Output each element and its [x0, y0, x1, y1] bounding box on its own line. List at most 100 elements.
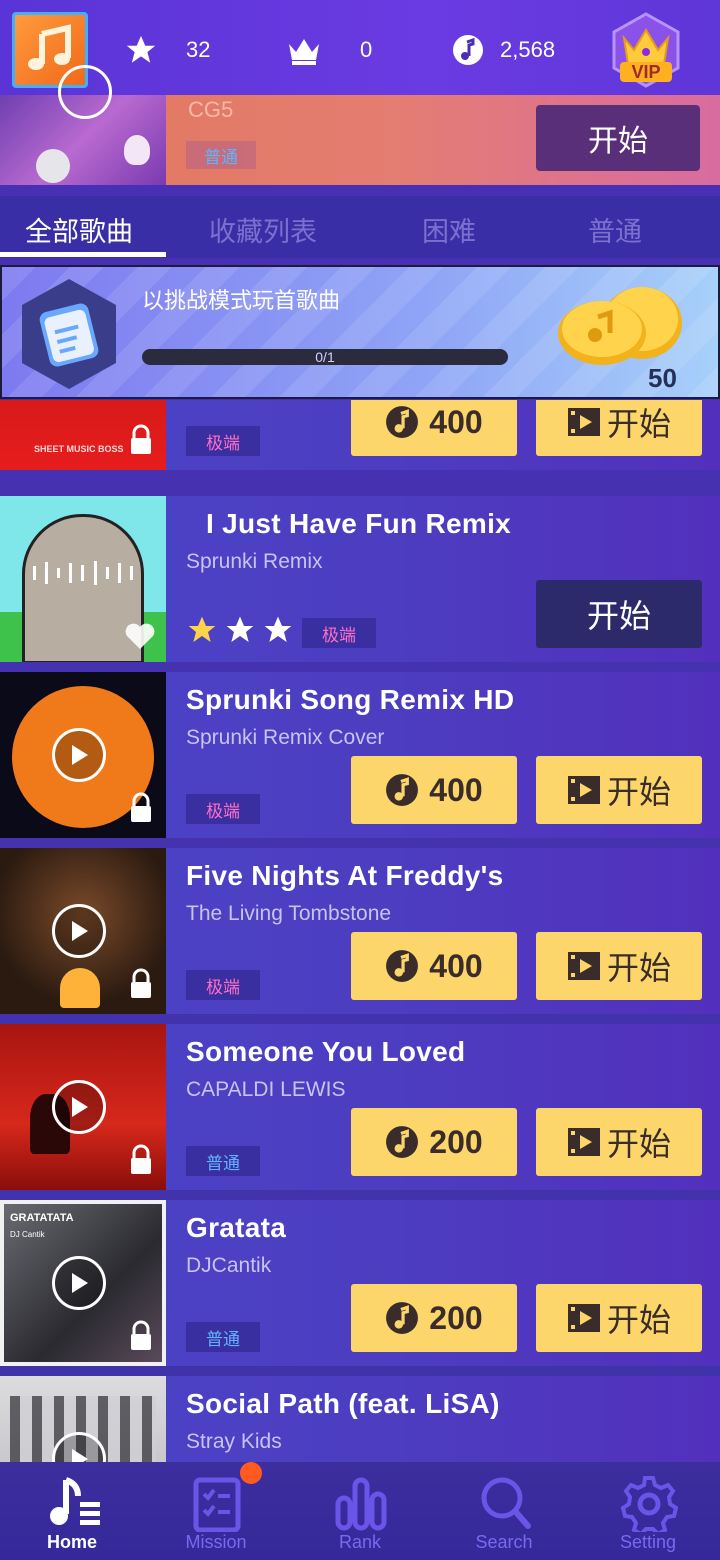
song-artist: DJCantik: [186, 1254, 272, 1277]
song-title: Five Nights At Freddy's: [186, 860, 504, 891]
nav-mission-label: Mission: [185, 1532, 247, 1552]
tab-normal[interactable]: 普通: [588, 210, 642, 249]
unlock-cost-button[interactable]: 200: [351, 1284, 517, 1352]
active-tab-indicator: [0, 252, 166, 257]
cost-value: 200: [429, 1299, 483, 1336]
start-label: 开始: [606, 1126, 671, 1162]
vip-badge[interactable]: VIP: [606, 8, 686, 90]
search-icon: [481, 1477, 531, 1529]
vip-crown-icon: VIP: [612, 12, 680, 88]
start-label: 开始: [606, 1302, 671, 1338]
nav-home[interactable]: Home: [0, 1462, 144, 1560]
song-row[interactable]: Social Path (feat. LiSA) Stray Kids: [0, 1376, 720, 1462]
favorite-heart-icon[interactable]: [124, 622, 156, 650]
star-icon: [264, 616, 292, 642]
song-row[interactable]: GRATATATA DJ Cantik Gratata DJCantik 普通 …: [0, 1200, 720, 1366]
challenge-banner[interactable]: 以挑战模式玩首歌曲 0/1 50: [0, 265, 720, 399]
challenge-progress-text: 0/1: [315, 349, 335, 365]
song-artist: The Living Tombstone: [186, 902, 392, 925]
note-coin-icon: [386, 1302, 419, 1334]
video-start-button[interactable]: 开始: [536, 932, 702, 1000]
song-row[interactable]: SHEET MUSIC BOSS 极端 400 开始: [0, 400, 720, 470]
difficulty-tag: 极端: [186, 794, 260, 824]
stars-stat: 32: [124, 28, 210, 72]
crowns-stat: 0: [286, 28, 372, 72]
start-button[interactable]: 开始: [536, 580, 702, 648]
play-preview-icon[interactable]: [52, 904, 106, 958]
nav-rank[interactable]: Rank: [288, 1462, 432, 1560]
vip-label: VIP: [631, 62, 660, 82]
tab-all-songs[interactable]: 全部歌曲: [25, 210, 133, 249]
featured-artist: CG5: [188, 97, 234, 122]
home-note-icon: [50, 1477, 100, 1525]
film-play-icon: [567, 1128, 600, 1156]
play-preview-icon[interactable]: [52, 1080, 106, 1134]
featured-play-icon[interactable]: [58, 65, 112, 119]
lock-icon: [131, 1144, 151, 1174]
lock-icon: [131, 424, 151, 454]
featured-cover[interactable]: [0, 65, 166, 185]
song-title: Gratata: [186, 1212, 287, 1243]
coins-reward-icon: [558, 287, 682, 365]
star-gold-icon: [188, 616, 216, 642]
nav-mission[interactable]: Mission: [144, 1462, 288, 1560]
song-list[interactable]: SHEET MUSIC BOSS 极端 400 开始 I Just Have F…: [0, 400, 720, 1462]
play-preview-icon[interactable]: [52, 1256, 106, 1310]
cost-value: 400: [429, 771, 483, 808]
featured-difficulty-tag: 普通: [186, 141, 256, 169]
music-note-icon: [28, 24, 71, 70]
song-row[interactable]: Someone You Loved CAPALDI LEWIS 普通 200 开…: [0, 1024, 720, 1190]
song-cover[interactable]: [0, 1024, 166, 1190]
song-artist: Stray Kids: [186, 1430, 282, 1453]
video-start-button[interactable]: 开始: [536, 1108, 702, 1176]
difficulty-tag: 极端: [302, 618, 376, 648]
nav-search-label: Search: [475, 1532, 533, 1552]
video-start-button[interactable]: 开始: [536, 756, 702, 824]
film-play-icon: [567, 408, 600, 436]
song-artist: CAPALDI LEWIS: [186, 1078, 346, 1101]
tab-favorites[interactable]: 收藏列表: [209, 210, 317, 249]
song-cover[interactable]: [0, 1376, 166, 1462]
cover-text: SHEET MUSIC BOSS: [34, 444, 124, 454]
play-preview-icon[interactable]: [52, 728, 106, 782]
film-play-icon: [567, 776, 600, 804]
unlock-cost-button[interactable]: 200: [351, 1108, 517, 1176]
song-row[interactable]: I Just Have Fun Remix Sprunki Remix 极端 开…: [0, 496, 720, 662]
unlock-cost-button[interactable]: 400: [351, 932, 517, 1000]
video-start-button[interactable]: 开始: [536, 400, 702, 456]
bottom-nav: Home Mission Rank Search Setting: [0, 1462, 720, 1560]
cost-value: 400: [429, 403, 483, 440]
nav-setting[interactable]: Setting: [576, 1462, 720, 1560]
note-coin-icon: [386, 406, 419, 438]
unlock-cost-button[interactable]: 400: [351, 400, 517, 456]
unlock-cost-button[interactable]: 400: [351, 756, 517, 824]
song-artist: Sprunki Remix: [186, 550, 323, 573]
waveform-icon: [28, 560, 138, 586]
song-artist: Sprunki Remix Cover: [186, 726, 385, 749]
song-cover[interactable]: [0, 496, 166, 662]
featured-start-button[interactable]: 开始: [536, 105, 700, 171]
note-coin-icon: [386, 774, 419, 806]
cost-value: 400: [429, 947, 483, 984]
difficulty-tag: 极端: [186, 970, 260, 1000]
song-row[interactable]: Five Nights At Freddy's The Living Tombs…: [0, 848, 720, 1014]
song-cover[interactable]: [0, 672, 166, 838]
star-icon: [126, 35, 156, 63]
video-start-button[interactable]: 开始: [536, 1284, 702, 1352]
tab-hard[interactable]: 困难: [422, 210, 476, 249]
cover-text: GRATATATA: [10, 1212, 74, 1224]
film-play-icon: [567, 1304, 600, 1332]
star-icon: [226, 616, 254, 642]
song-cover[interactable]: SHEET MUSIC BOSS: [0, 400, 166, 470]
song-row[interactable]: Sprunki Song Remix HD Sprunki Remix Cove…: [0, 672, 720, 838]
featured-song[interactable]: CG5 普通 开始: [0, 65, 720, 185]
clipboard-badge-icon: [22, 279, 116, 389]
difficulty-tag: 极端: [186, 426, 260, 456]
note-coin-icon: [386, 950, 419, 982]
bar-chart-icon: [335, 1477, 387, 1531]
crowns-count: 0: [360, 37, 373, 62]
nav-search[interactable]: Search: [432, 1462, 576, 1560]
song-title: I Just Have Fun Remix: [206, 508, 512, 539]
song-cover[interactable]: GRATATATA DJ Cantik: [0, 1200, 166, 1366]
song-cover[interactable]: [0, 848, 166, 1014]
